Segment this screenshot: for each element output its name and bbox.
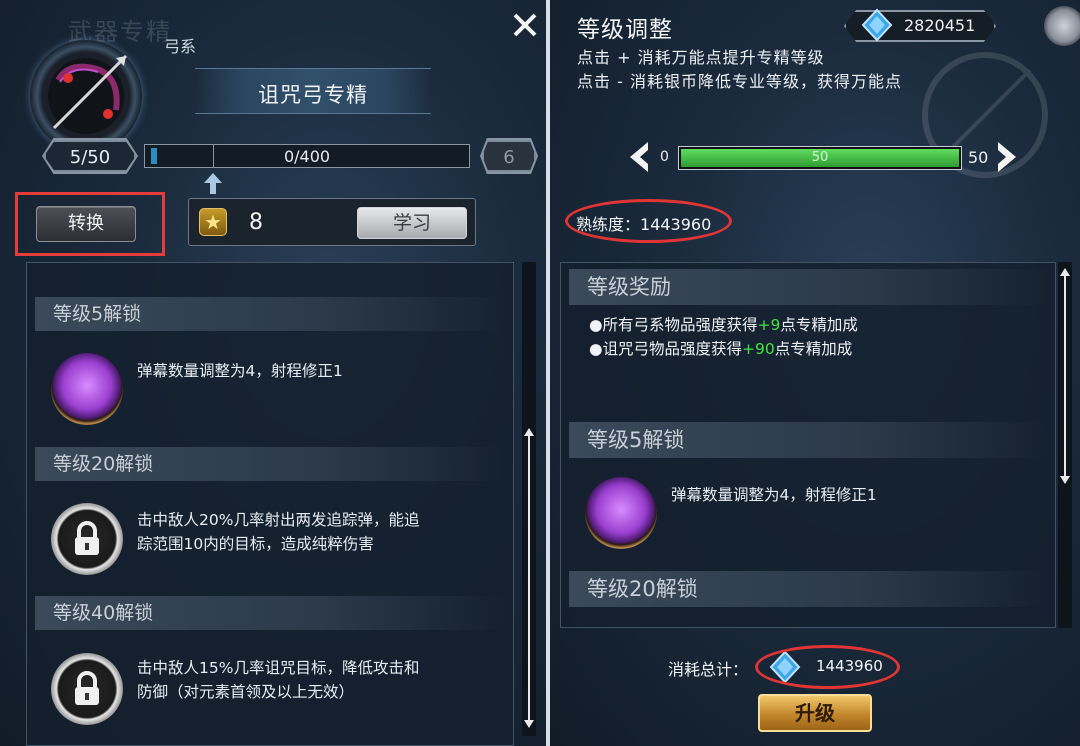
purple-rune-icon [585, 477, 657, 549]
level-slider-value: 50 [811, 150, 829, 165]
xp-progress-text: 0/400 [283, 147, 331, 166]
total-cost-label: 消耗总计： [668, 660, 749, 679]
close-icon[interactable] [510, 10, 540, 40]
reward-line: ●诅咒弓物品强度获得+90点专精加成 [589, 337, 852, 359]
lock-icon [51, 653, 123, 725]
left-scrollbar[interactable] [522, 262, 536, 736]
page-title: 等级调整 [577, 17, 673, 43]
section-header: 等级20解锁 [35, 447, 507, 481]
crystal-balance: 2820451 [904, 16, 976, 35]
reward-text: ●诅咒弓物品强度获得 [589, 340, 743, 358]
section-header: 等级20解锁 [569, 571, 1049, 607]
skill-description: 防御（对元素首领及以上无效） [137, 683, 355, 701]
skill-description: 踪范围10内的目标，造成纯粹伤害 [137, 535, 374, 553]
spec-title-banner: 诅咒弓专精 [195, 68, 431, 114]
next-level: 6 [482, 140, 536, 172]
skill-description: 弹幕数量调整为4，射程修正1 [137, 362, 343, 380]
spec-title: 诅咒弓专精 [258, 83, 368, 107]
decrease-level-arrow-icon[interactable] [626, 140, 650, 174]
reward-text: 点专精加成 [780, 316, 858, 334]
upgrade-button[interactable]: 升级 [758, 694, 872, 732]
skill-description: 击中敌人20%几率射出两发追踪弹，能追 [137, 511, 420, 529]
level-min: 0 [660, 149, 669, 165]
reward-section-header: 等级奖励 [569, 269, 1049, 305]
star-icon: ★ [199, 208, 227, 236]
reward-text: ●所有弓系物品强度获得 [589, 316, 758, 334]
learn-button[interactable]: 学习 [357, 207, 467, 239]
specialization-panel: 武器专精 弓系 诅咒弓专精 5/50 0/400 6 转换 ★ 8 学习 等级5… [0, 0, 546, 746]
silver-coin-icon [1044, 6, 1080, 46]
reward-line: ●所有弓系物品强度获得+9点专精加成 [589, 313, 858, 335]
skill-description: 击中敌人15%几率诅咒目标，降低攻击和 [137, 659, 420, 677]
convert-button[interactable]: 转换 [36, 206, 136, 242]
level-adjust-panel: 等级调整 点击 + 消耗万能点提升专精等级 点击 - 消耗银币降低专业等级，获得… [550, 0, 1080, 746]
xp-progress-bar: 0/400 [144, 144, 470, 168]
right-scrollbar[interactable] [1058, 262, 1072, 628]
proficiency-highlight-ellipse [565, 199, 732, 243]
section-header: 等级5解锁 [569, 422, 1049, 458]
cursed-bow-emblem-icon [30, 40, 142, 152]
section-header: 等级40解锁 [35, 596, 507, 630]
hint-minus: 点击 - 消耗银币降低专业等级，获得万能点 [577, 72, 902, 91]
weapon-class-label: 弓系 [164, 37, 197, 56]
current-level: 5/50 [44, 140, 136, 172]
universal-points-value: 8 [249, 210, 263, 235]
lock-icon [51, 503, 123, 575]
hint-plus: 点击 + 消耗万能点提升专精等级 [577, 48, 825, 67]
arrow-up-icon [203, 171, 223, 195]
reward-bonus: +90 [742, 340, 775, 358]
right-scrollbar-thumb[interactable] [1060, 268, 1070, 484]
increase-level-arrow-icon[interactable] [996, 140, 1020, 174]
unlock-list[interactable]: 等级5解锁 弹幕数量调整为4，射程修正1 等级20解锁 击中敌人20%几率射出两… [26, 262, 514, 746]
reward-bonus: +9 [757, 316, 781, 334]
reward-text: 点专精加成 [774, 340, 853, 358]
section-header: 等级5解锁 [35, 297, 507, 331]
skill-description: 弹幕数量调整为4，射程修正1 [671, 486, 877, 504]
level-slider[interactable]: 50 [678, 146, 962, 170]
crystal-icon [860, 8, 894, 42]
level-max: 50 [968, 148, 989, 167]
cost-highlight-ellipse [755, 645, 900, 689]
purple-rune-icon [51, 353, 123, 425]
left-scrollbar-thumb[interactable] [524, 428, 534, 728]
universal-points-box: ★ 8 学习 [188, 198, 476, 246]
reward-list[interactable]: 等级奖励 ●所有弓系物品强度获得+9点专精加成 ●诅咒弓物品强度获得+90点专精… [560, 262, 1056, 628]
